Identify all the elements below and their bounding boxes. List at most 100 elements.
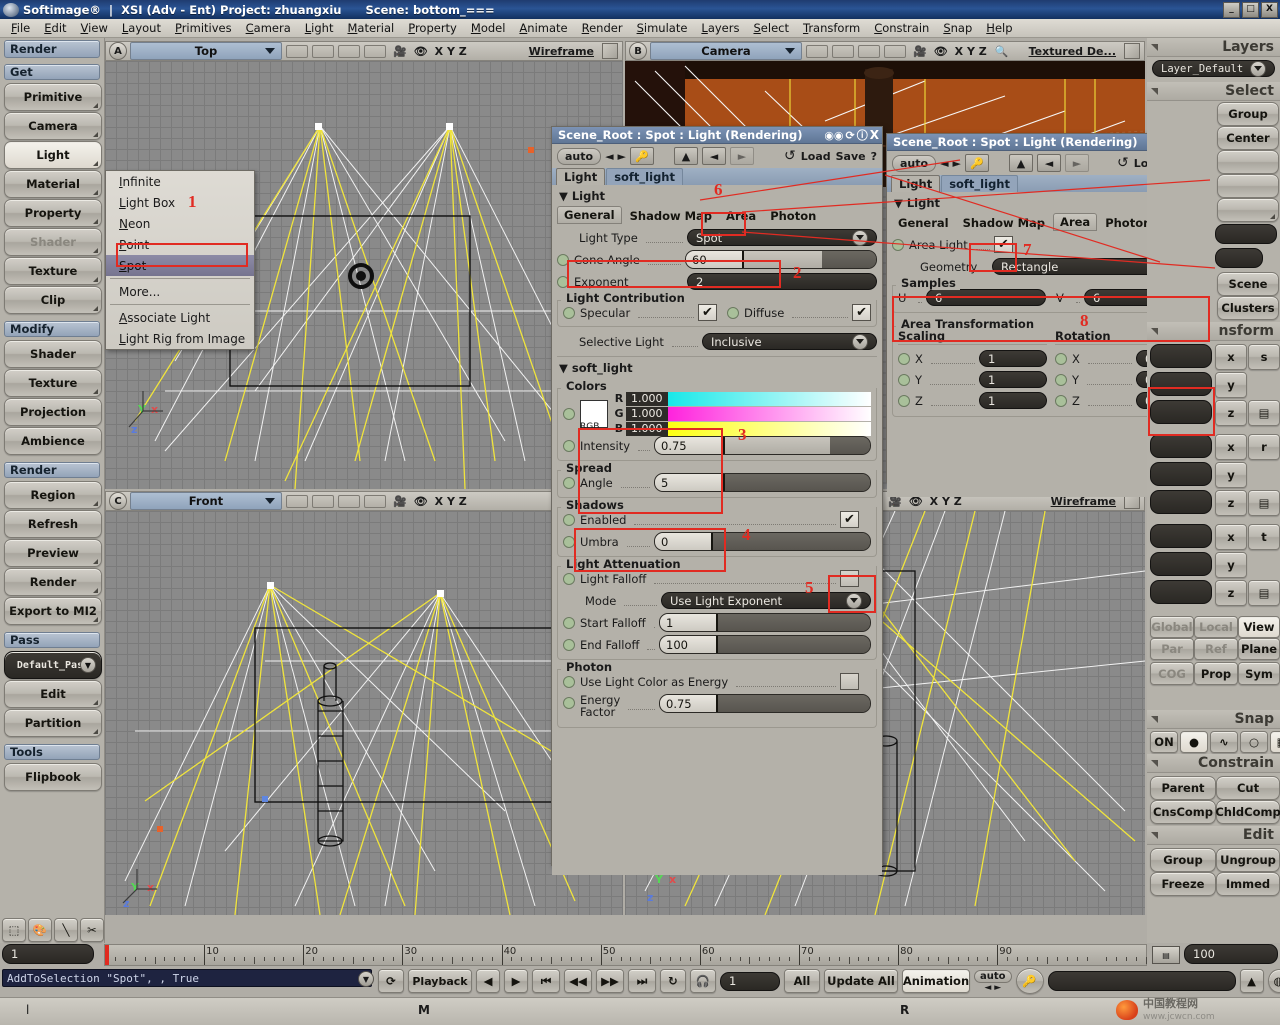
viewport-a-display-3[interactable] <box>338 44 360 58</box>
sc-z-anim-icon[interactable] <box>898 394 910 407</box>
left-button-projection[interactable]: Projection <box>4 398 102 426</box>
auto-key-toggle[interactable]: auto <box>974 969 1012 983</box>
viewport-c-display-3[interactable] <box>338 494 360 508</box>
intensity-anim-icon[interactable] <box>563 439 575 452</box>
color-r-slider[interactable] <box>667 391 871 406</box>
subtab-general[interactable]: General <box>557 206 622 224</box>
transform-axis-s-y-button[interactable]: y <box>1215 372 1247 398</box>
paint-tool-icon[interactable]: 🎨 <box>28 918 52 942</box>
transform-r-x-field[interactable] <box>1150 434 1212 458</box>
intensity-slider[interactable]: 0.75 <box>654 436 871 455</box>
start-falloff-slider[interactable]: 1 <box>659 613 871 632</box>
select-group-button[interactable]: Group <box>1217 102 1279 126</box>
transform-keyboard-r-icon[interactable]: ▤ <box>1248 490 1280 516</box>
viewport-b-display-3[interactable] <box>858 44 880 58</box>
end-falloff-anim-icon[interactable] <box>563 638 575 651</box>
scene-button[interactable]: Scene <box>1217 272 1279 296</box>
layers-header[interactable]: Layers <box>1147 38 1280 57</box>
subtab-area[interactable]: Area <box>720 208 762 224</box>
play-forward-button[interactable]: ▶▶ <box>596 969 624 993</box>
command-history-dropdown-icon[interactable]: ▼ <box>358 971 374 987</box>
explorer-field-2[interactable] <box>1215 248 1263 268</box>
key-up-icon[interactable]: ▲ <box>1239 969 1264 993</box>
viewport-c-display-4[interactable] <box>364 494 386 508</box>
left-button-shader[interactable]: Shader <box>4 228 102 256</box>
umbra-value[interactable]: 0 <box>655 533 713 550</box>
transform-s-y-field[interactable] <box>1150 372 1212 396</box>
menu-item-primitives[interactable]: Primitives <box>168 20 239 36</box>
end-falloff-row[interactable]: End Falloff 100 <box>563 635 871 654</box>
left-button-flipbook[interactable]: Flipbook <box>4 763 102 791</box>
left-button-render[interactable]: Render <box>4 568 102 596</box>
use-light-color-anim-icon[interactable] <box>563 675 575 688</box>
cone-angle-slider[interactable]: 60 <box>685 250 877 269</box>
auto-update-toggle[interactable]: auto <box>557 147 602 165</box>
playback-controls[interactable]: ⟳ Playback ◀ ▶ ⏮ ◀◀ ▶▶ ⏭ ↻ 🎧 1 All Updat… <box>378 968 1280 994</box>
menu-item-edit[interactable]: Edit <box>37 20 73 36</box>
keyframe-icon[interactable]: ◉◉ <box>824 129 843 142</box>
viewport-c-front[interactable]: Y x z <box>105 511 623 915</box>
nav-forward-icon[interactable]: ► <box>730 147 755 165</box>
constrain-cnscomp-button[interactable]: CnsComp <box>1150 800 1216 824</box>
nav-back-icon[interactable]: ◄ <box>1037 154 1062 172</box>
shadows-enabled-anim-icon[interactable] <box>563 513 575 526</box>
eye-visibility-icon[interactable]: 👁 <box>414 495 428 508</box>
auto-update-toggle[interactable]: auto <box>892 154 937 172</box>
load-button[interactable]: Load <box>801 150 831 163</box>
spread-angle-value[interactable]: 5 <box>655 474 725 491</box>
light-property-panel[interactable]: Scene_Root : Spot : Light (Rendering) ◉◉… <box>551 126 883 875</box>
sc-y-field[interactable]: 1 <box>979 371 1047 388</box>
transform-sym-button[interactable]: Sym <box>1238 662 1280 685</box>
transform-t-x-field[interactable] <box>1150 524 1212 548</box>
viewport-c-display-1[interactable] <box>286 494 308 508</box>
chevron-down-icon[interactable]: ▼ <box>80 657 96 673</box>
constrain-chldcomp-button[interactable]: ChldComp <box>1215 800 1280 824</box>
loop-button[interactable]: ↻ <box>660 969 686 993</box>
inspect-key-icon[interactable]: 🔑 <box>965 154 990 172</box>
transform-local-button[interactable]: Local <box>1194 616 1238 638</box>
select-tool-icon[interactable]: ⬚ <box>2 918 26 942</box>
left-button-light[interactable]: Light <box>4 141 102 169</box>
tab-soft-light[interactable]: soft_light <box>606 168 683 185</box>
next-arrow-icon[interactable]: ► <box>618 150 626 163</box>
light-falloff-anim-icon[interactable] <box>563 572 575 585</box>
color-b-slider[interactable] <box>667 421 871 436</box>
viewport-a-maximize-icon[interactable] <box>602 43 618 59</box>
viewport-c-letter[interactable]: C <box>109 492 127 510</box>
viewport-a-display-4[interactable] <box>364 44 386 58</box>
key-mark-icon[interactable]: ◍ <box>1267 969 1280 993</box>
spread-angle-anim-icon[interactable] <box>563 476 575 489</box>
left-button-property[interactable]: Property <box>4 199 102 227</box>
light-panel-tabs[interactable]: Light soft_light <box>552 168 882 185</box>
prev-arrow-icon[interactable]: ◄ <box>605 150 613 163</box>
viewport-a-camera-selector[interactable]: Top <box>130 42 282 60</box>
go-to-end-button[interactable]: ⏭ <box>628 969 656 993</box>
light-panel-toolbar[interactable]: auto ◄ ► 🔑 ▲ ◄ ► ↺ Load Save ? <box>552 144 882 168</box>
clusters-button[interactable]: Clusters <box>1217 296 1279 320</box>
inspect-key-icon[interactable]: 🔑 <box>630 147 655 165</box>
camera-icon[interactable]: 🎥 <box>393 45 407 58</box>
left-button-clip[interactable]: Clip <box>4 286 102 314</box>
transform-s-x-field[interactable] <box>1150 344 1212 368</box>
left-button-primitive[interactable]: Primitive <box>4 83 102 111</box>
transform-s-z-field[interactable] <box>1150 400 1212 424</box>
transform-r-z-field[interactable] <box>1150 490 1212 514</box>
color-r-value[interactable]: 1.000 <box>626 391 668 406</box>
transform-global-button[interactable]: Global <box>1150 616 1194 638</box>
audio-button[interactable]: 🎧 <box>690 969 716 993</box>
transform-prop-button[interactable]: Prop <box>1194 662 1238 685</box>
bottom-tool-icons[interactable]: ⬚ 🎨 ╲ ✂ <box>2 918 104 942</box>
menu-item-animate[interactable]: Animate <box>512 20 574 36</box>
color-g-row[interactable]: G 1.000 <box>612 406 871 421</box>
transform-keyboard-t-icon[interactable]: ▤ <box>1248 580 1280 606</box>
light-menu-item-point[interactable]: Point <box>106 234 254 255</box>
umbra-row[interactable]: Umbra 0 <box>563 532 871 551</box>
animation-button[interactable]: Animation <box>902 969 970 993</box>
viewport-b-header[interactable]: B Camera 🎥 👁 X Y Z 🔍 Textured De... <box>625 41 1145 61</box>
light-type-dropdown[interactable]: Spot <box>687 229 877 246</box>
area-light-checkbox[interactable]: ✔ <box>993 236 1013 253</box>
rollup-soft-light[interactable]: ▼ soft_light <box>557 360 877 377</box>
eye-visibility-icon[interactable]: 👁 <box>414 45 428 58</box>
eye-visibility-icon[interactable]: 👁 <box>934 45 948 58</box>
edit-ungroup-button[interactable]: Ungroup <box>1216 848 1280 872</box>
